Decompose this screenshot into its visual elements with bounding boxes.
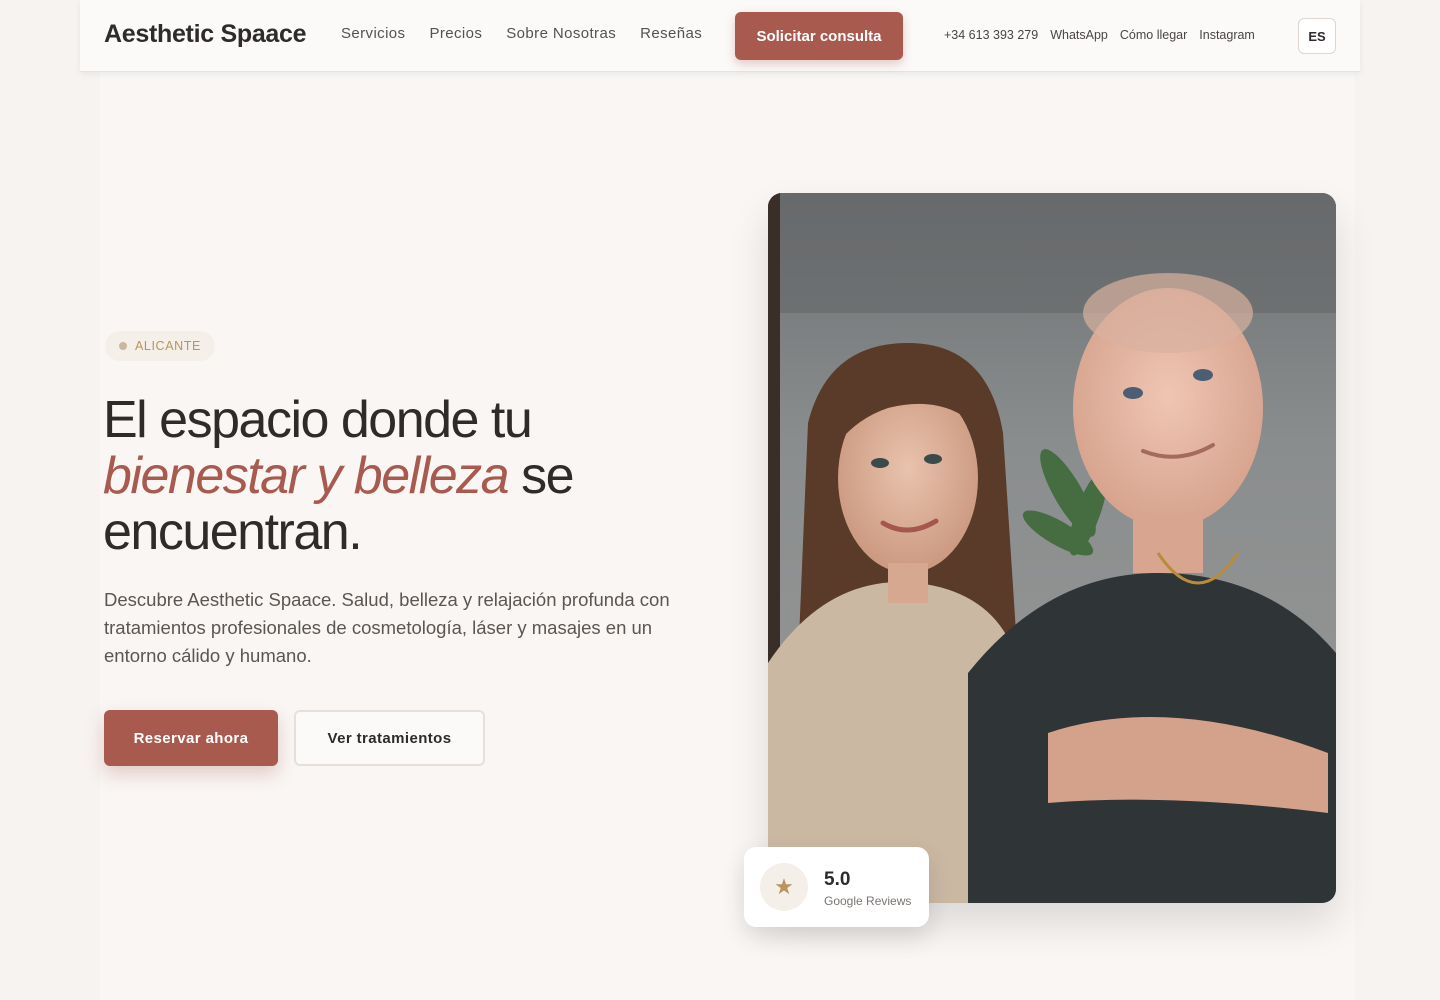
rating-source: Google Reviews xyxy=(824,894,912,908)
contact-links: +34 613 393 279 WhatsApp Cómo llegar Ins… xyxy=(944,28,1267,42)
team-photo-illustration xyxy=(768,193,1336,903)
headline-part1: El espacio donde tu xyxy=(103,391,533,449)
google-rating-card: ★ 5.0 Google Reviews xyxy=(744,847,929,927)
language-selector[interactable]: ES xyxy=(1298,18,1336,54)
phone-link[interactable]: +34 613 393 279 xyxy=(944,28,1038,42)
nav-link-sobre-nosotras[interactable]: Sobre Nosotras xyxy=(506,25,616,42)
headline-highlight: bienestar y belleza xyxy=(103,447,510,505)
hero-description: Descubre Aesthetic Spaace. Salud, bellez… xyxy=(104,589,670,666)
nav-link-precios[interactable]: Precios xyxy=(429,25,482,42)
hero-photo xyxy=(768,193,1336,903)
headline-part2: se xyxy=(521,447,574,505)
page: Aesthetic Spaace Servicios Precios Sobre… xyxy=(0,0,1440,1000)
hero-headline: El espacio donde tu bienestar y belleza … xyxy=(103,392,723,560)
whatsapp-link[interactable]: WhatsApp xyxy=(1050,28,1108,42)
instagram-link[interactable]: Instagram xyxy=(1199,28,1255,42)
badge-dot xyxy=(119,342,127,350)
view-treatments-button[interactable]: Ver tratamientos xyxy=(294,710,485,766)
location-label: ALICANTE xyxy=(135,339,201,353)
star-icon: ★ xyxy=(760,863,808,911)
site-header: Aesthetic Spaace Servicios Precios Sobre… xyxy=(80,0,1360,72)
site-logo[interactable]: Aesthetic Spaace xyxy=(104,20,307,49)
rating-score: 5.0 xyxy=(824,869,851,890)
headline-part3: encuentran. xyxy=(103,503,363,561)
main-nav: Servicios Precios Sobre Nosotras Reseñas xyxy=(341,25,726,42)
nav-link-servicios[interactable]: Servicios xyxy=(341,25,405,42)
nav-link-resenas[interactable]: Reseñas xyxy=(640,25,702,42)
location-badge: ALICANTE xyxy=(105,331,215,361)
book-now-button[interactable]: Reservar ahora xyxy=(104,710,278,766)
request-consultation-button[interactable]: Solicitar consulta xyxy=(735,12,903,60)
directions-link[interactable]: Cómo llegar xyxy=(1120,28,1187,42)
